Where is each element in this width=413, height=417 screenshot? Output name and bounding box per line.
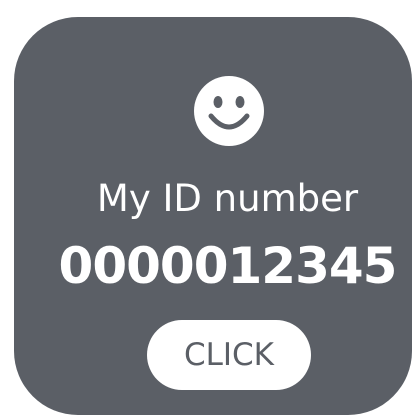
id-number: 0000012345 [58, 237, 398, 295]
click-button[interactable]: CLICK [147, 320, 311, 390]
id-label: My ID number [96, 177, 359, 220]
smiley-face-icon [194, 76, 264, 146]
id-card-screen: My ID number 0000012345 CLICK [0, 0, 413, 417]
id-card: My ID number 0000012345 CLICK [14, 17, 412, 415]
